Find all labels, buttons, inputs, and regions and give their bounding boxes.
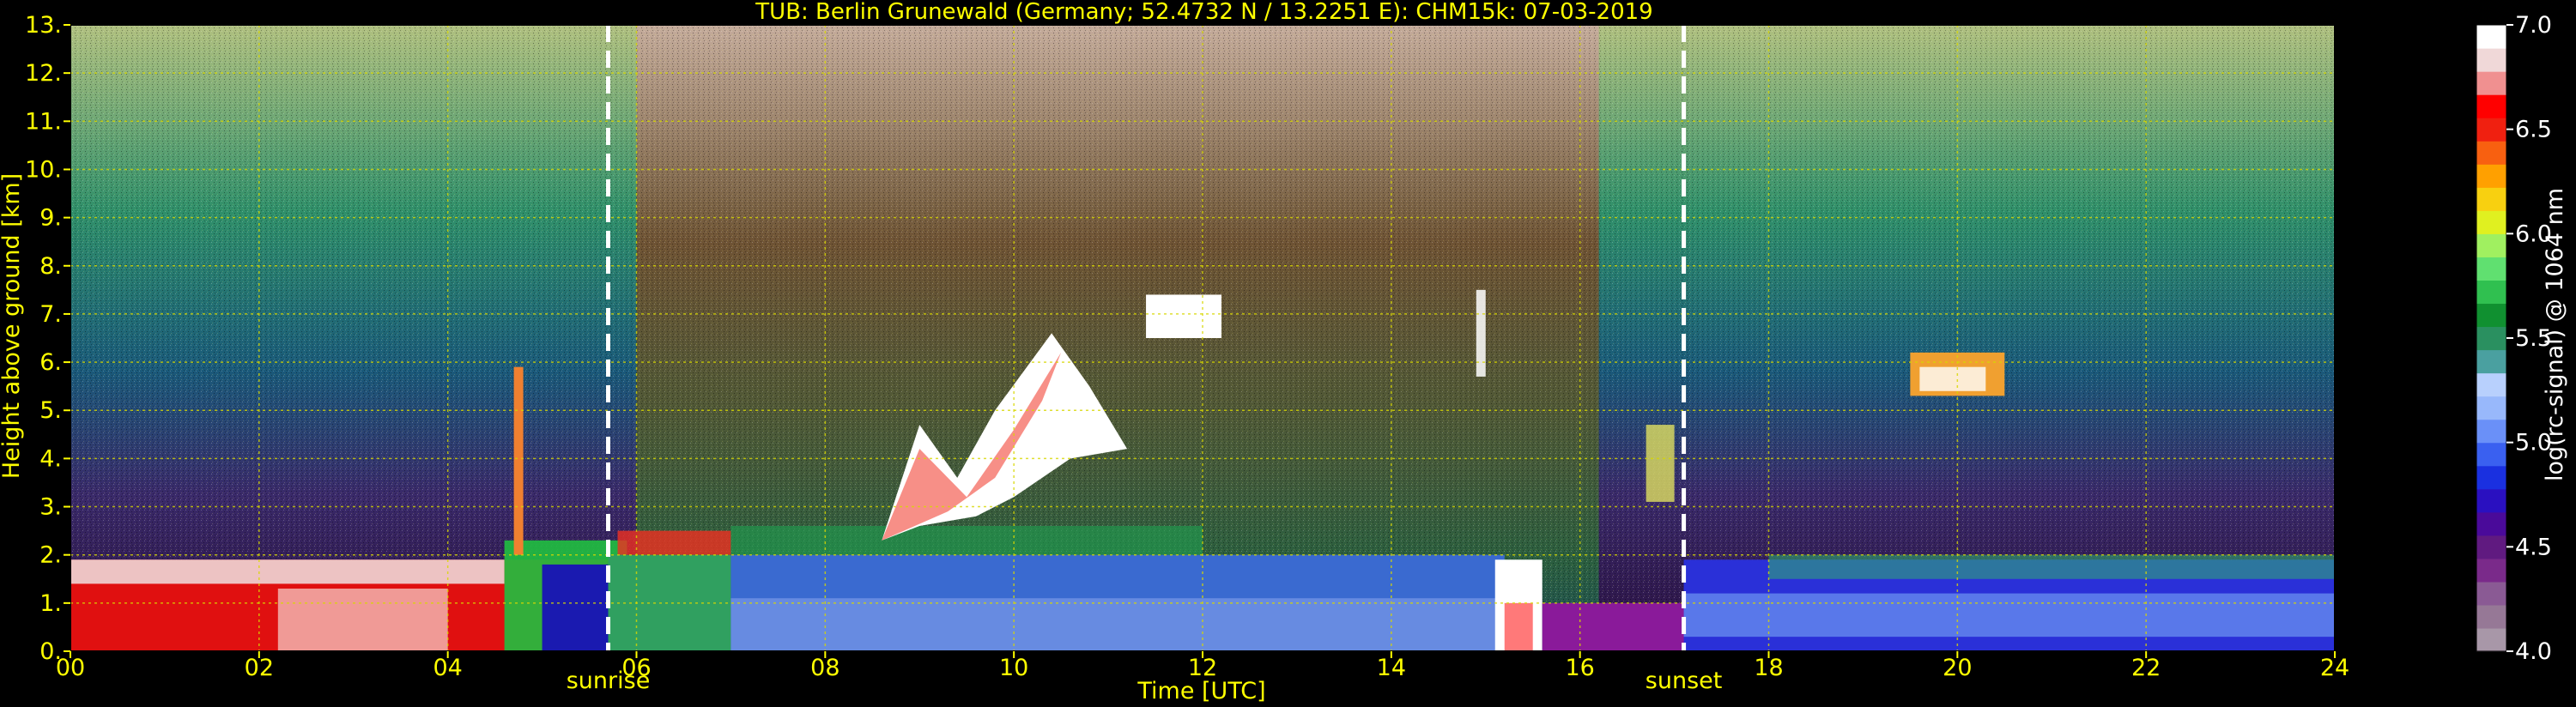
y-tick-label: 9. [39,205,62,232]
colorbar-tick-label: 7.0 [2515,12,2552,39]
boundary-layer-core [277,589,448,651]
colorbar-tick-label: 4.0 [2515,638,2552,665]
colorbar-swatch [2476,535,2506,559]
y-tick-label: 11. [25,108,62,135]
y-tick-label: 10. [25,156,62,183]
colorbar-swatch [2476,511,2506,536]
y-tick-label: 12. [25,60,62,87]
colorbar-swatch [2476,233,2506,257]
precipitation-core [1504,602,1533,651]
y-tick-label: 7. [39,301,62,328]
y-tick-label: 3. [39,494,62,521]
y-tick-label: 1. [39,590,62,617]
cirrus-patch [1146,294,1221,338]
colorbar-swatch [2476,604,2506,629]
colorbar-tick-label: 4.5 [2515,534,2552,560]
colorbar-swatch [2476,372,2506,397]
night-boundary-layer-core [1683,593,2335,638]
sunset-label: sunset [1646,668,1723,694]
x-tick-label: 06 [621,655,651,681]
colorbar-swatch [2476,396,2506,420]
virga-streak [1476,289,1486,377]
y-tick-label: 0. [39,638,62,665]
morning-mixed-layer [608,554,731,651]
colorbar-swatch [2476,627,2506,652]
night-cloud-core [1919,366,1986,391]
colorbar-swatch [2476,558,2506,583]
ceilometer-chart: sunrise sunset 00 02 04 06 08 10 12 14 16 18 20 22 24… [0,0,2568,704]
colorbar-swatch [2476,187,2506,211]
x-tick-label: 22 [2131,655,2161,681]
x-tick-label: 16 [1565,655,1594,681]
y-tick-label: 5. [39,397,62,424]
y-axis-label: Height above ground [km] [0,173,25,479]
colorbar-swatch [2476,141,2506,165]
colorbar-label: log(rc-signal) @ 1064 nm [2542,188,2568,481]
x-axis-label: Time [UTC] [1136,678,1265,704]
x-tick-label: 20 [1943,655,1972,681]
colorbar-swatch [2476,25,2506,49]
night-layer-top [1768,554,2335,579]
x-tick-label: 04 [433,655,462,681]
colorbar-swatch [2476,280,2506,305]
colorbar-swatch [2476,71,2506,95]
y-tick-label: 2. [39,542,62,569]
colorbar-swatch [2476,118,2506,142]
chart-title: TUB: Berlin Grunewald (Germany; 52.4732 … [755,0,1652,25]
y-tick-label: 8. [39,253,62,280]
boundary-layer-top-band [70,559,505,584]
colorbar-tick-label: 6.5 [2515,117,2552,143]
y-tick-label: 13. [25,12,62,39]
colorbar-swatch [2476,303,2506,328]
colorbar-swatch [2476,581,2506,606]
morning-layer-top [617,530,731,555]
colorbar-swatch [2476,419,2506,444]
x-tick-label: 24 [2320,655,2349,681]
x-tick-label: 18 [1754,655,1783,681]
colorbar-swatch [2476,210,2506,234]
colorbar-swatch [2476,349,2506,374]
x-tick-label: 14 [1377,655,1406,681]
smoke-column [513,366,524,555]
y-tick-label: 6. [39,349,62,376]
x-tick-label: 02 [245,655,274,681]
x-tick-label: 10 [999,655,1028,681]
colorbar-swatch [2476,465,2506,490]
colorbar: 4.04.55.05.56.06.57.0 [2476,12,2552,665]
colorbar-swatch [2476,488,2506,513]
colorbar-swatch [2476,48,2506,72]
y-tick-label: 4. [39,445,62,472]
daytime-near-surface [730,598,1505,651]
entrainment-zone [730,526,1203,555]
low-signal-layer [542,564,609,651]
colorbar-swatch [2476,94,2506,118]
evening-cloud-streak [1646,425,1675,502]
x-tick-label: 08 [810,655,839,681]
evening-residual-layer [1542,602,1694,651]
colorbar-swatch [2476,257,2506,281]
colorbar-swatch [2476,442,2506,467]
colorbar-swatch [2476,326,2506,351]
colorbar-swatch [2476,164,2506,188]
